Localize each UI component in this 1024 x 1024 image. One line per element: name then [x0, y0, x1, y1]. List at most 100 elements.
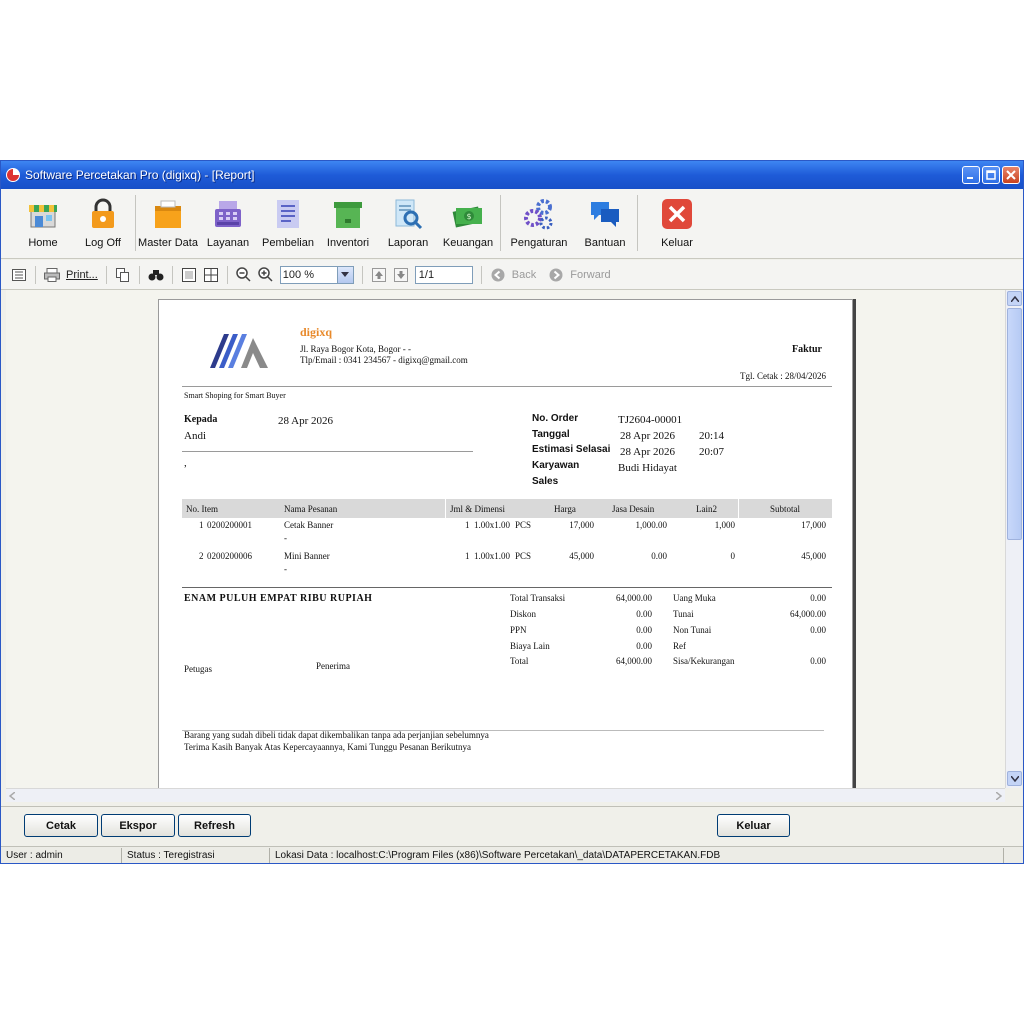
toolbar-separator: [637, 195, 638, 251]
table-header: [182, 499, 832, 518]
report-viewer-toolbar: Print... 100 % 1/1 Back Forward: [1, 260, 1023, 290]
chat-bubbles-icon: [591, 202, 619, 227]
vertical-scrollbar[interactable]: [1005, 290, 1022, 788]
row-subtotal: 45,000: [801, 551, 826, 561]
column-other: Lain2: [696, 504, 717, 514]
main-toolbar: Home Log Off Master Data Layanan Pembeli…: [1, 189, 1023, 259]
row-other: 0: [730, 551, 736, 561]
row-unit: PCS: [515, 551, 532, 561]
outline-toggle-button[interactable]: [11, 267, 27, 283]
toolbar-separator: [361, 265, 363, 284]
row-price: 17,000: [569, 520, 594, 530]
row-dimension: 1.00x1.00: [474, 520, 510, 530]
invoice-page: digixq Jl. Raya Bogor Kota, Bogor - - Tl…: [158, 299, 853, 788]
row-note: -: [284, 533, 287, 543]
store-icon: [29, 205, 57, 228]
header-divider: [182, 386, 832, 387]
row-price: 45,000: [569, 551, 594, 561]
toolbar-label: Master Data: [138, 237, 198, 249]
row-unit: PCS: [515, 520, 532, 530]
copy-icon: [115, 267, 129, 282]
cash-label: Tunai: [673, 609, 694, 619]
column-design: Jasa Desain: [612, 504, 655, 514]
toolbar-master-data-button[interactable]: Master Data: [138, 189, 198, 255]
scroll-up-button[interactable]: [1007, 291, 1022, 306]
chevron-up-icon: [1010, 295, 1019, 302]
zoom-select[interactable]: 100 %: [279, 265, 354, 284]
row-name: Mini Banner: [284, 551, 330, 561]
down-payment-label: Uang Muka: [673, 593, 716, 603]
row-no: 1: [199, 520, 204, 530]
export-button[interactable]: Ekspor: [101, 814, 175, 837]
sales-label: Sales: [532, 476, 559, 487]
discount-value: 0.00: [636, 609, 652, 619]
estimate-label: Estimasi Selasai: [532, 444, 611, 455]
status-user: User : admin: [1, 847, 122, 863]
multi-page-button[interactable]: [203, 267, 219, 283]
zoom-out-button[interactable]: [236, 267, 252, 283]
next-page-button[interactable]: [393, 267, 409, 283]
down-payment-value: 0.00: [810, 593, 826, 603]
column-divider: [738, 499, 739, 518]
toolbar-bantuan-button[interactable]: Bantuan: [575, 189, 635, 255]
to-date: 28 Apr 2026: [278, 415, 333, 427]
minimize-icon: [967, 177, 973, 179]
toolbar-inventori-button[interactable]: Inventori: [318, 189, 378, 255]
toolbar-pembelian-button[interactable]: Pembelian: [258, 189, 318, 255]
scroll-down-button[interactable]: [1007, 771, 1022, 786]
toolbar-logoff-button[interactable]: Log Off: [73, 189, 133, 255]
window-title: Software Percetakan Pro (digixq) - [Repo…: [25, 168, 255, 182]
toolbar-keluar-button[interactable]: Keluar: [640, 189, 714, 255]
exit-button[interactable]: Keluar: [717, 814, 790, 837]
print-report-button[interactable]: Cetak: [24, 814, 98, 837]
other-cost-value: 0.00: [636, 641, 652, 651]
minimize-button[interactable]: [962, 166, 980, 184]
toolbar-label: Bantuan: [584, 237, 626, 249]
single-page-icon: [181, 267, 196, 282]
gears-icon: [524, 199, 553, 230]
row-note: -: [284, 564, 287, 574]
title-bar[interactable]: Software Percetakan Pro (digixq) - [Repo…: [1, 161, 1023, 189]
toolbar-pengaturan-button[interactable]: Pengaturan: [503, 189, 575, 255]
row-qty: 1: [465, 551, 470, 561]
employee-name: Budi Hidayat: [618, 462, 677, 474]
refresh-button[interactable]: Refresh: [178, 814, 251, 837]
app-window: Software Percetakan Pro (digixq) - [Repo…: [0, 160, 1024, 864]
toolbar-home-button[interactable]: Home: [13, 189, 73, 255]
copy-button[interactable]: [115, 267, 131, 283]
document-title: Faktur: [792, 344, 822, 355]
svg-text:$: $: [466, 212, 471, 221]
close-button[interactable]: [1002, 166, 1020, 184]
row-subtotal: 17,000: [801, 520, 826, 530]
toolbar-keuangan-button[interactable]: $ Keuangan: [438, 189, 498, 255]
table-bottom-divider: [182, 587, 832, 588]
toolbar-layanan-button[interactable]: Layanan: [198, 189, 258, 255]
chevron-left-icon[interactable]: [9, 792, 15, 800]
horizontal-scrollbar[interactable]: [6, 788, 1005, 802]
toolbar-label: Inventori: [326, 237, 370, 249]
print-date: Tgl. Cetak : 28/04/2026: [740, 371, 826, 381]
previous-page-button[interactable]: [371, 267, 387, 283]
box-icon: [155, 200, 181, 228]
binoculars-icon: [148, 269, 164, 280]
app-icon: [6, 168, 20, 182]
single-page-button[interactable]: [181, 267, 197, 283]
company-name: digixq: [300, 325, 333, 339]
page-number-field[interactable]: 1/1: [414, 265, 473, 284]
toolbar-laporan-button[interactable]: Laporan: [378, 189, 438, 255]
chevron-right-icon[interactable]: [996, 792, 1002, 800]
tagline: Smart Shoping for Smart Buyer: [184, 391, 286, 400]
forward-button[interactable]: Forward: [570, 269, 610, 281]
zoom-in-button[interactable]: [258, 267, 274, 283]
print-button[interactable]: Print...: [66, 269, 98, 281]
employee-label: Karyawan: [532, 460, 580, 471]
scroll-thumb[interactable]: [1007, 308, 1022, 540]
report-search-icon: [395, 199, 423, 230]
maximize-button[interactable]: [982, 166, 1000, 184]
order-date: 28 Apr 2026: [620, 430, 675, 442]
column-price: Harga: [554, 504, 576, 514]
company-contact: Tlp/Email : 0341 234567 - digixq@gmail.c…: [300, 355, 468, 365]
total-value: 64,000.00: [616, 656, 652, 666]
back-button[interactable]: Back: [512, 269, 536, 281]
find-button[interactable]: [148, 267, 164, 283]
